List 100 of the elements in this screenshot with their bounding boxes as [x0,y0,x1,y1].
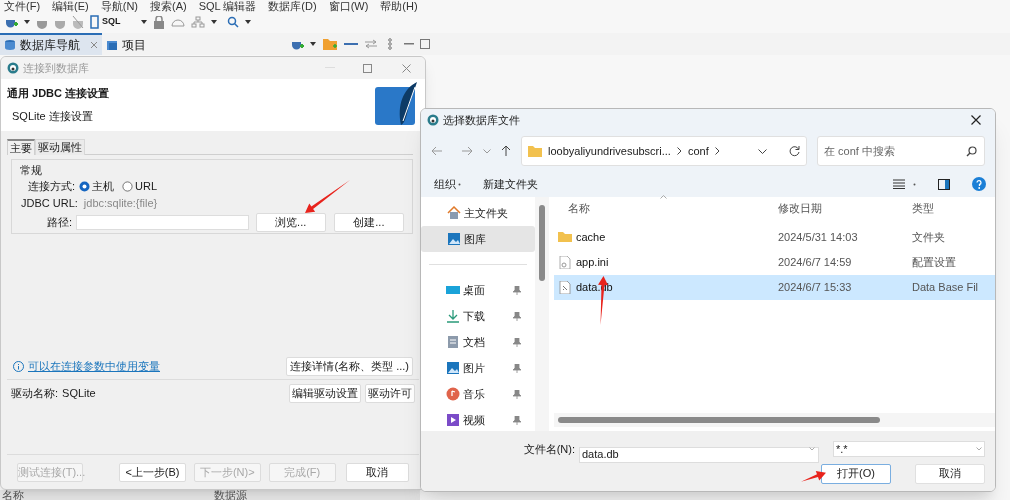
caret-icon[interactable] [210,20,217,24]
app-icon [427,114,439,126]
nav-item[interactable]: 视频 [421,407,535,433]
modified-date: 2024/5/31 14:03 [777,230,859,246]
dialog-button[interactable]: 驱动许可 [365,383,415,403]
window-title: 选择数据库文件 [443,112,520,128]
file-type: 配置设置 [911,255,957,271]
refresh-icon[interactable] [789,145,800,157]
collapse-icon[interactable] [344,42,358,46]
dialog-button[interactable]: <上一步(B) [119,462,186,482]
link-arrows-icon[interactable] [364,39,378,49]
variables-link[interactable]: 可以在连接参数中使用变量 [28,357,160,375]
search-icon[interactable] [226,16,239,28]
close-icon[interactable] [971,115,981,125]
annotation-arrow [801,471,827,484]
download-icon [446,309,460,323]
pin-icon[interactable] [513,285,521,295]
scrollbar-thumb[interactable] [558,417,880,423]
sort-caret-icon[interactable] [660,195,667,199]
folder-icon [528,145,542,157]
file-icon [558,281,572,294]
menu-item[interactable]: 窗口(W) [328,0,369,12]
forward-arrow-icon[interactable] [461,146,473,156]
back-arrow-icon[interactable] [431,146,443,156]
up-arrow-icon[interactable] [501,145,511,157]
caret-icon[interactable] [310,42,316,46]
breadcrumb[interactable]: loobyaliyundrivesubscri... [548,142,671,160]
minimize-icon[interactable] [404,42,414,46]
info-icon [13,360,24,372]
tab[interactable]: 主要 [7,139,35,155]
music-icon [446,387,460,401]
column-header[interactable]: 类型 [908,199,995,217]
radio-icon[interactable] [122,181,134,192]
menu-item[interactable]: 编辑(E) [52,0,89,12]
nav-item[interactable]: 图片 [421,355,535,381]
column-header[interactable]: 名称 [554,199,774,217]
scrollbar-thumb[interactable] [539,205,545,281]
address-bar[interactable]: loobyaliyundrivesubscri... conf [521,136,807,166]
list-view-icon[interactable] [893,179,905,189]
dialog-button[interactable]: 浏览... [255,212,326,232]
column-header[interactable]: 数据源 [214,490,364,500]
plug-icon[interactable] [72,15,84,29]
pin-icon[interactable] [513,337,521,347]
menu-item[interactable]: 导航(N) [100,0,138,12]
toolbar-button[interactable]: 新建文件夹 [483,175,538,193]
folder-icon[interactable] [322,37,338,51]
column-header[interactable]: 名称 [0,490,214,500]
nav-item[interactable]: 下载 [421,303,535,329]
dialog-button[interactable]: 连接详情(名称、类型 ...) [286,356,413,376]
modified-date: 2024/6/7 14:59 [777,255,853,271]
dialog-button[interactable]: 创建... [333,212,404,232]
group-title: 常规 [20,163,42,178]
caret-icon[interactable] [244,20,251,24]
filename-field[interactable]: data.db [579,446,819,463]
search-icon[interactable] [966,146,977,157]
menu-item[interactable]: 帮助(H) [380,0,418,12]
pin-icon[interactable] [513,363,521,373]
menu-item[interactable]: SQL 编辑器 [198,0,257,12]
help-icon[interactable] [972,177,986,191]
document-icon [446,335,460,349]
lock-icon[interactable] [152,15,165,29]
radio-label[interactable]: URL [135,178,158,195]
nav-item[interactable]: 主文件夹 [421,200,535,226]
radio-label[interactable]: 主机 [92,178,115,195]
chevron-down-icon[interactable] [758,148,767,154]
nav-item[interactable]: 文档 [421,329,535,355]
search-field[interactable]: 在 conf 中搜索 [817,136,985,166]
file-type-dropdown[interactable]: *.* [833,441,985,458]
menu-item[interactable]: 搜索(A) [150,0,187,12]
tab[interactable]: 驱动属性 [35,139,85,155]
sql-editor-button[interactable]: SQL [90,15,121,29]
maximize-icon[interactable] [363,63,372,73]
pin-icon[interactable] [513,311,521,321]
desktop-icon [446,283,460,297]
pin-icon[interactable] [513,415,521,425]
dialog-button[interactable]: 编辑驱动设置 [289,383,361,403]
column-header[interactable]: 修改日期 [774,199,908,217]
preview-pane-icon[interactable] [938,178,950,190]
breadcrumb[interactable]: conf [687,142,709,160]
menu-item[interactable]: 文件(F) [4,0,41,12]
nav-item[interactable]: 音乐 [421,381,535,407]
caret-icon[interactable] [24,20,30,24]
field-label: 文件名(N): [523,442,575,457]
more-icon[interactable] [388,38,392,50]
pin-icon[interactable] [513,389,521,399]
dialog-button[interactable]: 取消 [345,462,409,482]
path-field[interactable] [76,214,249,230]
radio-icon[interactable] [79,181,91,192]
nav-item[interactable]: 桌面 [421,277,535,303]
chevron-down-icon [976,447,982,452]
dialog-button[interactable]: 取消 [915,463,985,484]
toolbar-button[interactable]: 组织 [434,175,461,193]
caret-icon[interactable] [140,20,147,24]
gauge-icon[interactable] [170,16,185,28]
menu-item[interactable]: 数据库(D) [268,0,317,12]
dialog-button[interactable]: 打开(O) [821,463,891,484]
hierarchy-icon[interactable] [190,16,205,28]
nav-item[interactable]: 图库 [421,226,535,252]
maximize-icon[interactable] [420,39,430,49]
panel-tab[interactable]: 数据库导航 [0,33,102,55]
